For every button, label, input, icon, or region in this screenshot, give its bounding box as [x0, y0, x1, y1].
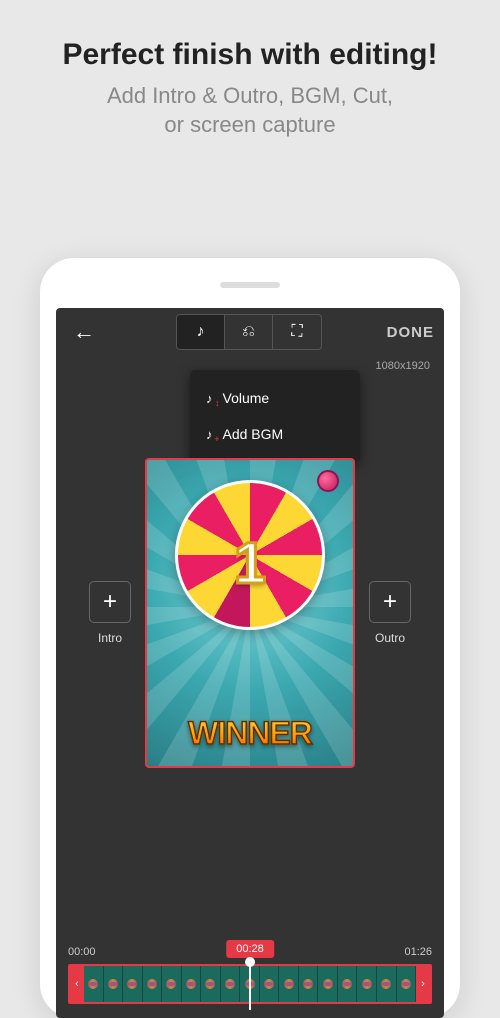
timeline-frame	[260, 966, 280, 1002]
done-button[interactable]: DONE	[387, 324, 434, 341]
tool-tabs: ♪ ⎌ ⛶	[176, 314, 322, 350]
timeline-frame	[397, 966, 417, 1002]
timeline-frame	[377, 966, 397, 1002]
intro-label: Intro	[98, 631, 122, 645]
timeline-frame	[143, 966, 163, 1002]
timeline-frame	[279, 966, 299, 1002]
dropdown-item-add-bgm[interactable]: ♪+ Add BGM	[190, 416, 360, 452]
preview-number: 1	[234, 530, 266, 597]
timeline-frame	[162, 966, 182, 1002]
timeline-frame	[357, 966, 377, 1002]
timeline: 00:00 01:26 00:28 ‹	[56, 938, 444, 1018]
volume-icon: ♪↕	[206, 391, 213, 406]
tab-cut[interactable]: ⎌	[225, 315, 273, 349]
timeline-frame	[318, 966, 338, 1002]
dropdown-item-volume[interactable]: ♪↕ Volume	[190, 380, 360, 416]
cut-icon: ⎌	[242, 323, 255, 341]
video-preview[interactable]: 1 WINNER	[145, 458, 355, 768]
timeline-frame	[123, 966, 143, 1002]
playhead[interactable]	[249, 960, 251, 1010]
timeline-frame	[338, 966, 358, 1002]
time-current: 00:28	[226, 940, 274, 958]
music-note-icon: ♪	[197, 323, 205, 341]
timeline-frame	[201, 966, 221, 1002]
add-outro-button[interactable]: +	[369, 581, 411, 623]
timeline-frame	[182, 966, 202, 1002]
volume-label: Volume	[223, 390, 270, 406]
time-start: 00:00	[68, 946, 96, 958]
outro-slot: + Outro	[369, 581, 411, 645]
music-dropdown: ♪↕ Volume ♪+ Add BGM	[190, 370, 360, 462]
preview-banner: WINNER	[188, 715, 312, 752]
promo-subtitle: Add Intro & Outro, BGM, Cut, or screen c…	[0, 82, 500, 139]
intro-slot: + Intro	[89, 581, 131, 645]
promo-subtitle-line2: or screen capture	[164, 112, 335, 137]
phone-frame: ← ♪ ⎌ ⛶ DONE 1080x1920 ♪↕ Volume	[40, 258, 460, 1018]
promo-title: Perfect finish with editing!	[0, 38, 500, 72]
back-button[interactable]: ←	[66, 319, 102, 345]
timeline-frame	[84, 966, 104, 1002]
topbar: ← ♪ ⎌ ⛶ DONE	[56, 308, 444, 356]
track-handle-left[interactable]: ‹	[70, 966, 84, 1002]
add-bgm-icon: ♪+	[206, 427, 213, 442]
tab-capture[interactable]: ⛶	[273, 315, 321, 349]
promo-subtitle-line1: Add Intro & Outro, BGM, Cut,	[107, 83, 393, 108]
preview-bulb	[317, 470, 339, 492]
timeline-frame	[221, 966, 241, 1002]
add-intro-button[interactable]: +	[89, 581, 131, 623]
capture-icon: ⛶	[291, 323, 302, 341]
tab-music[interactable]: ♪	[177, 315, 225, 349]
app-screen: ← ♪ ⎌ ⛶ DONE 1080x1920 ♪↕ Volume	[56, 308, 444, 1018]
bgm-label: Add BGM	[223, 426, 284, 442]
outro-label: Outro	[375, 631, 405, 645]
timeline-frame	[299, 966, 319, 1002]
phone-speaker	[220, 282, 280, 288]
track-handle-right[interactable]: ›	[416, 966, 430, 1002]
timeline-frame	[104, 966, 124, 1002]
editor-body: + Intro 1 WINNER + Outro	[56, 458, 444, 768]
time-end: 01:26	[404, 946, 432, 958]
